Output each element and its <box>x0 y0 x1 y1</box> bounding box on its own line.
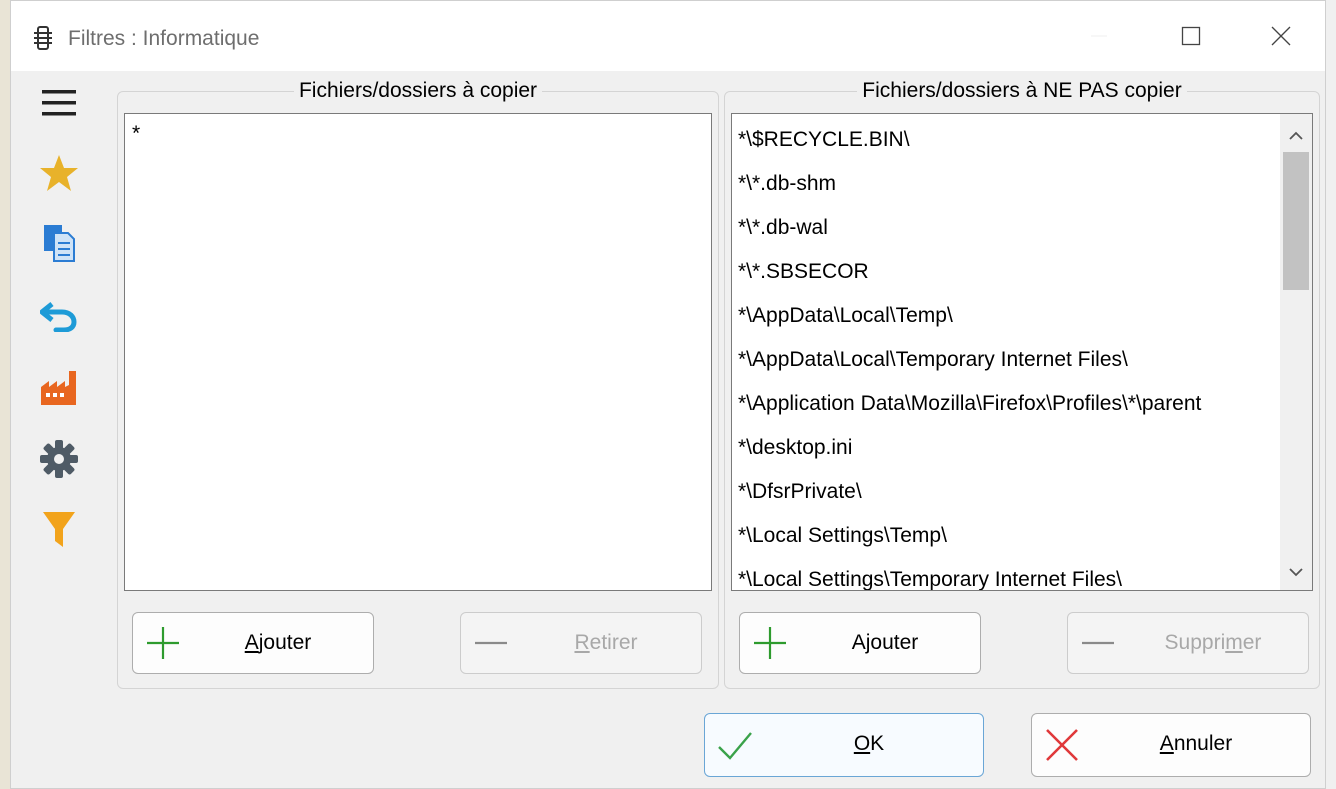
cancel-label: Annuler <box>1159 732 1233 755</box>
include-add-label: Ajouter <box>244 631 312 654</box>
sidebar-toolbar <box>11 71 101 571</box>
include-group-title: Fichiers/dossiers à copier <box>293 79 543 102</box>
list-item[interactable]: * <box>125 114 711 154</box>
sidebar-filter-button[interactable] <box>37 507 81 551</box>
app-icon <box>34 26 52 50</box>
scroll-down-button[interactable] <box>1280 556 1312 588</box>
sidebar-settings-button[interactable] <box>37 437 81 481</box>
filter-icon <box>43 512 75 547</box>
include-remove-button[interactable]: Retirer <box>460 612 702 674</box>
undo-icon <box>40 302 77 332</box>
exclude-group: Fichiers/dossiers à NE PAS copier *\$REC… <box>724 79 1320 689</box>
vertical-scrollbar[interactable] <box>1280 114 1312 590</box>
scroll-thumb[interactable] <box>1283 152 1309 290</box>
plus-icon <box>754 627 786 659</box>
chevron-down-icon <box>1289 568 1303 577</box>
list-item[interactable]: *\*.db-wal <box>732 206 1282 250</box>
check-icon <box>718 732 752 760</box>
list-item[interactable]: *\Local Settings\Temp\ <box>732 514 1282 558</box>
minus-icon <box>1082 641 1114 645</box>
ok-label: OK <box>853 732 885 755</box>
list-item[interactable]: *\Application Data\Mozilla\Firefox\Profi… <box>732 382 1282 426</box>
exclude-add-button[interactable]: Ajouter <box>739 612 981 674</box>
maximize-icon <box>1181 26 1201 46</box>
exclude-remove-label: Supprimer <box>1164 631 1262 654</box>
title-bar: Filtres : Informatique <box>11 1 1325 71</box>
list-item[interactable]: *\*.db-shm <box>732 162 1282 206</box>
exclude-remove-button[interactable]: Supprimer <box>1067 612 1309 674</box>
minimize-button[interactable] <box>1069 13 1129 59</box>
exclude-add-label: Ajouter <box>851 631 919 654</box>
sidebar-factory-button[interactable] <box>37 365 81 409</box>
include-add-button[interactable]: Ajouter <box>132 612 374 674</box>
plus-icon <box>147 627 179 659</box>
chevron-up-icon <box>1289 131 1303 140</box>
list-item[interactable]: *\AppData\Local\Temporary Internet Files… <box>732 338 1282 382</box>
cancel-x-icon <box>1046 729 1078 761</box>
scroll-up-button[interactable] <box>1280 120 1312 152</box>
gear-icon <box>40 440 78 478</box>
list-item[interactable]: *\Local Settings\Temporary Internet File… <box>732 558 1282 590</box>
filters-dialog: Filtres : Informatique Fichiers/dossiers… <box>10 0 1326 789</box>
sidebar-menu-button[interactable] <box>37 81 81 125</box>
list-item[interactable]: *\DfsrPrivate\ <box>732 470 1282 514</box>
close-icon <box>1271 26 1291 46</box>
include-group: Fichiers/dossiers à copier * Ajouter Ret… <box>117 79 719 689</box>
minus-icon <box>475 641 507 645</box>
include-remove-label: Retirer <box>574 631 638 654</box>
sidebar-copy-button[interactable] <box>37 221 81 265</box>
sidebar-restore-button[interactable] <box>37 293 81 337</box>
window-title: Filtres : Informatique <box>68 27 260 50</box>
sidebar-favorites-button[interactable] <box>37 151 81 195</box>
cancel-button[interactable]: Annuler <box>1031 713 1311 777</box>
menu-icon <box>42 90 76 116</box>
maximize-button[interactable] <box>1161 13 1221 59</box>
copy-icon <box>44 225 75 262</box>
minimize-icon <box>1091 35 1107 37</box>
factory-icon <box>41 371 76 405</box>
exclude-list[interactable]: *\$RECYCLE.BIN\ *\*.db-shm *\*.db-wal *\… <box>731 113 1313 591</box>
list-item[interactable]: *\desktop.ini <box>732 426 1282 470</box>
list-item[interactable]: *\AppData\Local\Temp\ <box>732 294 1282 338</box>
list-item[interactable]: *\$RECYCLE.BIN\ <box>732 118 1282 162</box>
close-button[interactable] <box>1251 13 1311 59</box>
desktop-edge <box>0 0 10 789</box>
ok-button[interactable]: OK <box>704 713 984 777</box>
include-list[interactable]: * <box>124 113 712 591</box>
exclude-group-title: Fichiers/dossiers à NE PAS copier <box>857 79 1187 102</box>
list-item[interactable]: *\*.SBSECOR <box>732 250 1282 294</box>
star-icon <box>40 155 78 191</box>
